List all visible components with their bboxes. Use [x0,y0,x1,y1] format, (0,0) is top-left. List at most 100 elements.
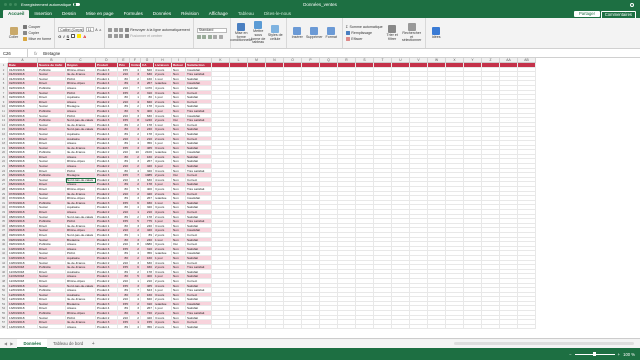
table-cell[interactable]: 14/03/2018 [8,324,38,330]
empty-cell[interactable] [302,324,320,330]
zoom-in-icon[interactable]: + [618,352,620,357]
spreadsheet-grid[interactable]: A B C D E F G H I J K L M N O P Q R S T U V W X Y Z AA AB 1 Date Sour… [0,58,640,338]
column-header[interactable]: N [266,58,284,62]
column-header[interactable]: Z [482,58,500,62]
font-size-select[interactable]: 11 [85,27,94,32]
shrink-font-icon[interactable]: A [99,28,101,32]
font-color-icon[interactable]: A [83,34,86,39]
column-header[interactable]: B [38,58,66,62]
next-sheet-icon[interactable]: ▶ [10,341,13,346]
share-button[interactable]: Partager [573,10,600,17]
tab-4[interactable]: Formules [119,10,148,18]
search-icon[interactable] [630,2,634,7]
delete-cells-button[interactable]: Supprimer [306,26,323,40]
column-header[interactable]: V [410,58,428,62]
column-header[interactable]: E [118,58,130,62]
empty-cell[interactable] [500,324,518,330]
fx-icon[interactable]: fx [28,51,43,56]
sheet-tab[interactable]: Tableau de bord [47,339,89,348]
empty-cell[interactable] [446,324,464,330]
empty-cell[interactable] [464,324,482,330]
zoom-slider[interactable] [574,352,615,356]
column-header[interactable]: Y [464,58,482,62]
empty-cell[interactable] [374,324,392,330]
underline-icon[interactable]: S [67,34,70,39]
table-cell[interactable]: 356 [141,324,154,330]
tab-9[interactable]: Dites-le-nous [259,10,296,18]
window-controls[interactable] [4,3,17,6]
tab-8[interactable]: Tableau [233,10,259,18]
cell-styles-button[interactable]: Styles de cellule [268,24,283,42]
fill-button[interactable]: Remplissage [345,31,383,35]
fill-color-icon[interactable] [77,34,82,38]
format-as-table-button[interactable]: Mettre sous forme de tableau [251,20,266,46]
format-cells-button[interactable]: Format [324,26,339,40]
formula-input[interactable]: Bretagne [43,51,60,56]
column-header[interactable]: P [302,58,320,62]
font-select[interactable]: Calibri (Corps) [58,27,85,32]
align-right-icon[interactable] [119,34,124,38]
tab-5[interactable]: Données [148,10,176,18]
empty-cell[interactable] [410,324,428,330]
empty-cell[interactable] [392,324,410,330]
zoom-slider-knob[interactable] [592,352,596,356]
column-header[interactable]: W [428,58,446,62]
empty-cell[interactable] [230,324,248,330]
table-cell[interactable]: 2 jours [154,324,172,330]
table-cell[interactable]: 4 [130,324,141,330]
tab-7[interactable]: Affichage [204,10,233,18]
italic-icon[interactable]: I [63,34,64,39]
percent-icon[interactable] [202,34,207,39]
tab-3[interactable]: Mise en page [81,10,119,18]
column-header[interactable]: A [8,58,38,62]
column-header[interactable]: U [392,58,410,62]
empty-cell[interactable] [518,324,536,330]
thousands-icon[interactable] [207,34,212,39]
tab-1[interactable]: Insertion [29,10,57,18]
toggle-icon[interactable] [73,2,81,7]
column-header[interactable]: F [130,58,141,62]
format-painter-button[interactable]: Mise en forme [23,37,51,41]
bold-icon[interactable]: G [58,34,61,39]
align-bottom-icon[interactable] [119,28,124,32]
table-cell[interactable]: Non [172,324,186,330]
horizontal-scrollbar[interactable] [454,342,634,345]
column-header[interactable]: I [172,58,186,62]
copy-button[interactable]: Copier [23,31,51,35]
autosum-button[interactable]: Σ Somme automatique [346,25,383,29]
currency-icon[interactable] [196,34,201,39]
column-header[interactable]: Q [320,58,338,62]
column-header[interactable]: X [446,58,464,62]
increase-decimal-icon[interactable] [213,34,218,39]
tab-2[interactable]: Dessin [57,10,81,18]
grow-font-icon[interactable]: A [95,28,97,32]
column-header[interactable]: AB [518,58,536,62]
decrease-decimal-icon[interactable] [218,34,223,39]
cut-button[interactable]: Couper [23,25,51,29]
align-top-icon[interactable] [108,28,113,32]
column-header[interactable]: H [154,58,172,62]
ideas-button[interactable]: Idées [429,26,444,40]
column-header[interactable]: K [212,58,230,62]
number-format-select[interactable]: Standard [196,27,227,33]
empty-cell[interactable] [356,324,374,330]
column-header[interactable]: J [186,58,212,62]
sort-filter-button[interactable]: Trier et filtrer [385,24,400,42]
clear-button[interactable]: Effacer [345,37,383,41]
table-cell[interactable]: Alsace [66,324,96,330]
empty-cell[interactable] [248,324,266,330]
align-middle-icon[interactable] [113,28,118,32]
column-header[interactable]: T [374,58,392,62]
borders-icon[interactable] [71,34,76,38]
column-header[interactable]: L [230,58,248,62]
empty-cell[interactable] [338,324,356,330]
empty-cell[interactable] [212,324,230,330]
empty-cell[interactable] [428,324,446,330]
empty-cell[interactable] [284,324,302,330]
column-header[interactable]: M [248,58,266,62]
merge-center-button[interactable]: Fusionner et centrer [130,34,162,38]
name-box[interactable]: C26 [0,49,28,57]
close-window-icon[interactable] [4,3,7,6]
find-select-button[interactable]: Rechercher et sélectionner [402,22,422,44]
maximize-window-icon[interactable] [14,3,17,6]
